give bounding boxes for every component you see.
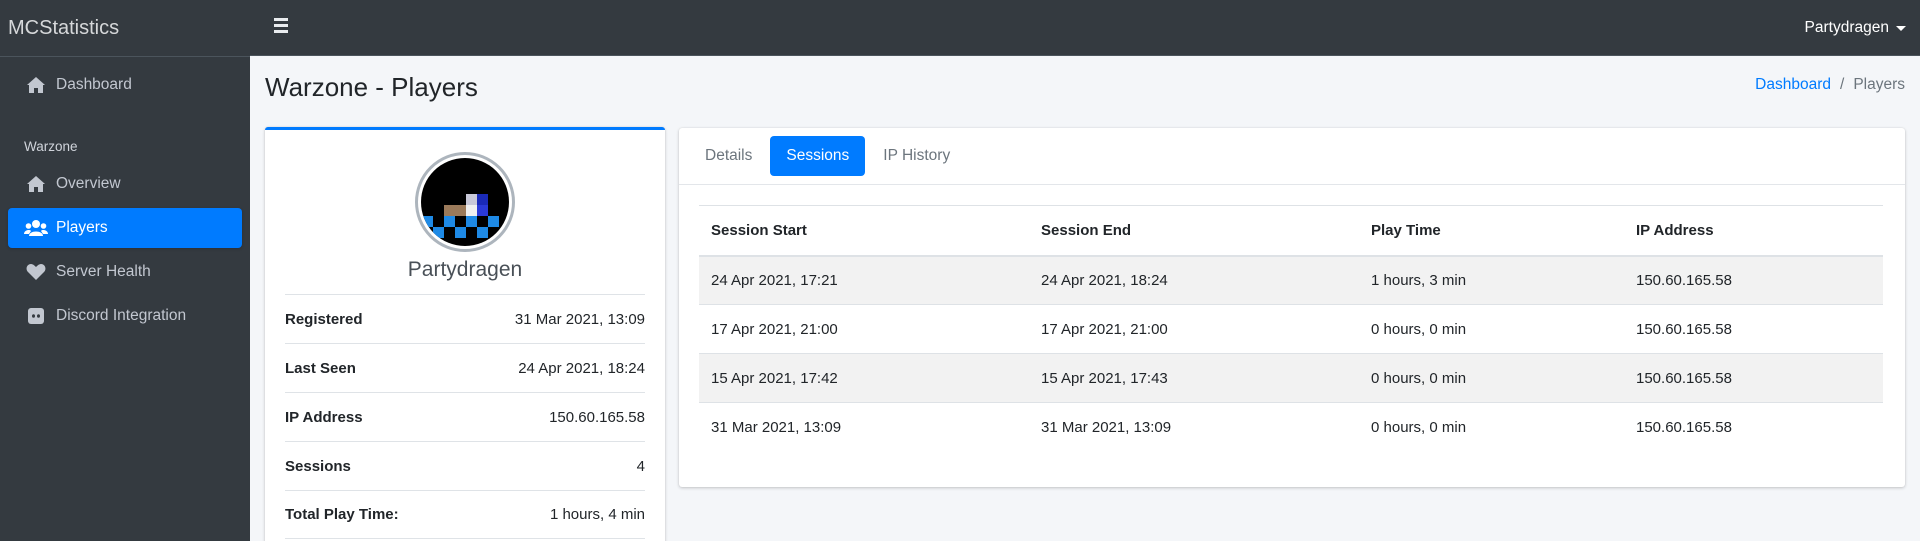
- tab-bar: Details Sessions IP History: [679, 128, 1905, 185]
- info-label: Registered: [285, 310, 363, 328]
- users-icon: [24, 218, 48, 238]
- profile-card: Partydragen Registered 31 Mar 2021, 13:0…: [265, 127, 665, 541]
- info-value: 24 Apr 2021, 18:24: [518, 359, 645, 377]
- column-header: IP Address: [1624, 205, 1883, 257]
- list-item: Total Play Time: 1 hours, 4 min: [285, 490, 645, 539]
- sidebar-item-overview[interactable]: Overview: [8, 164, 242, 204]
- table-cell: 150.60.165.58: [1624, 353, 1883, 403]
- menu-toggle-icon[interactable]: [274, 18, 294, 38]
- table-cell: 0 hours, 0 min: [1359, 402, 1624, 452]
- info-value: 150.60.165.58: [549, 408, 645, 426]
- avatar: [415, 152, 515, 252]
- player-skin-image: [421, 158, 509, 246]
- sidebar-nav: Dashboard Warzone Overview Players Serve…: [0, 57, 250, 348]
- sidebar-item-players[interactable]: Players: [8, 208, 242, 248]
- table-cell: 17 Apr 2021, 21:00: [1029, 304, 1359, 354]
- tab-sessions[interactable]: Sessions: [770, 136, 866, 176]
- breadcrumb-dashboard-link[interactable]: Dashboard: [1755, 76, 1831, 94]
- home-icon: [24, 174, 48, 194]
- sidebar: MCStatistics Dashboard Warzone Overview …: [0, 0, 250, 541]
- breadcrumb-separator: /: [1840, 76, 1845, 93]
- table-cell: 24 Apr 2021, 18:24: [1029, 255, 1359, 305]
- sessions-table: Session Start Session End Play Time IP A…: [699, 205, 1883, 452]
- table-cell: 24 Apr 2021, 17:21: [699, 255, 1029, 305]
- brand-link[interactable]: MCStatistics: [0, 0, 250, 57]
- profile-name: Partydragen: [407, 258, 523, 281]
- sidebar-item-dashboard[interactable]: Dashboard: [8, 65, 242, 105]
- info-label: IP Address: [285, 408, 363, 426]
- tab-ip-history[interactable]: IP History: [867, 136, 966, 176]
- table-cell: 31 Mar 2021, 13:09: [1029, 402, 1359, 452]
- list-item: Last Seen 24 Apr 2021, 18:24: [285, 343, 645, 392]
- table-cell: 31 Mar 2021, 13:09: [699, 402, 1029, 452]
- sidebar-item-label: Server Health: [56, 263, 151, 280]
- sidebar-item-label: Discord Integration: [56, 307, 187, 324]
- column-header: Play Time: [1359, 205, 1624, 257]
- list-item: IP Address 150.60.165.58: [285, 392, 645, 441]
- table-row: 15 Apr 2021, 17:42 15 Apr 2021, 17:43 0 …: [699, 353, 1883, 403]
- caret-down-icon: [1896, 25, 1906, 31]
- table-header-row: Session Start Session End Play Time IP A…: [699, 205, 1883, 257]
- sidebar-item-server-health[interactable]: Server Health: [8, 252, 242, 292]
- sidebar-section-header: Warzone: [24, 139, 78, 154]
- table-cell: 1 hours, 3 min: [1359, 255, 1624, 305]
- sidebar-item-label: Dashboard: [56, 76, 132, 93]
- sidebar-item-discord-integration[interactable]: Discord Integration: [8, 296, 242, 336]
- profile-info-list: Registered 31 Mar 2021, 13:09 Last Seen …: [285, 294, 645, 539]
- table-row: 31 Mar 2021, 13:09 31 Mar 2021, 13:09 0 …: [699, 402, 1883, 452]
- table-cell: 17 Apr 2021, 21:00: [699, 304, 1029, 354]
- table-row: 24 Apr 2021, 17:21 24 Apr 2021, 18:24 1 …: [699, 255, 1883, 305]
- user-menu-dropdown[interactable]: Partydragen: [1805, 0, 1906, 56]
- table-row: 17 Apr 2021, 21:00 17 Apr 2021, 21:00 0 …: [699, 304, 1883, 354]
- breadcrumb: Dashboard / Players: [1755, 76, 1905, 94]
- topbar: Partydragen: [250, 0, 1920, 56]
- home-icon: [24, 75, 48, 95]
- list-item: Registered 31 Mar 2021, 13:09: [285, 294, 645, 343]
- sidebar-item-label: Overview: [56, 175, 121, 192]
- table-cell: 15 Apr 2021, 17:42: [699, 353, 1029, 403]
- table-cell: 150.60.165.58: [1624, 255, 1883, 305]
- info-value: 31 Mar 2021, 13:09: [514, 310, 645, 328]
- heart-icon: [24, 262, 48, 282]
- breadcrumb-current: Players: [1853, 76, 1905, 93]
- info-value: 4: [636, 457, 645, 475]
- column-header: Session Start: [699, 205, 1029, 257]
- info-label: Sessions: [285, 457, 351, 475]
- sessions-card: Details Sessions IP History Session Star…: [679, 128, 1905, 487]
- table-cell: 15 Apr 2021, 17:43: [1029, 353, 1359, 403]
- sidebar-item-label: Players: [56, 219, 108, 236]
- table-cell: 0 hours, 0 min: [1359, 353, 1624, 403]
- table-cell: 150.60.165.58: [1624, 402, 1883, 452]
- table-cell: 0 hours, 0 min: [1359, 304, 1624, 354]
- table-cell: 150.60.165.58: [1624, 304, 1883, 354]
- info-label: Last Seen: [285, 359, 356, 377]
- user-name: Partydragen: [1804, 19, 1889, 36]
- column-header: Session End: [1029, 205, 1359, 257]
- discord-icon: [24, 306, 48, 326]
- info-label: Total Play Time:: [285, 506, 399, 523]
- info-value: 1 hours, 4 min: [549, 506, 645, 523]
- list-item: Sessions 4: [285, 441, 645, 490]
- tab-details[interactable]: Details: [689, 136, 768, 176]
- page-title: Warzone - Players: [265, 72, 478, 102]
